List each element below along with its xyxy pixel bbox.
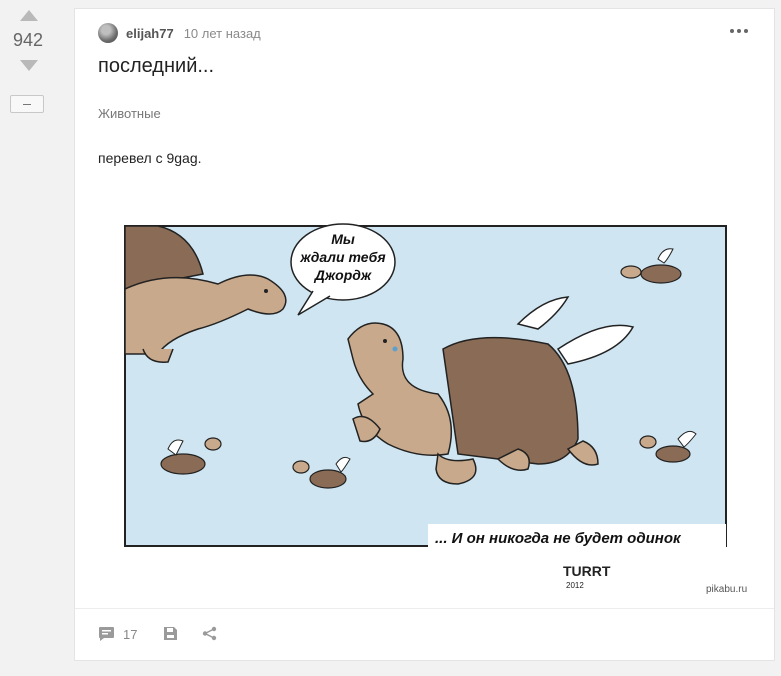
tag-link[interactable]: Животные bbox=[98, 106, 161, 121]
share-button[interactable] bbox=[202, 626, 217, 641]
speech-bubble-line-3: Джордж bbox=[314, 267, 372, 283]
comic-image: Мы ждали тебя Джордж ... И он никогда не… bbox=[124, 223, 747, 595]
comic-caption: ... И он никогда не будет одинок bbox=[435, 530, 682, 547]
collapse-post-button[interactable] bbox=[10, 95, 44, 113]
upvote-arrow-icon[interactable] bbox=[20, 10, 38, 21]
speech-bubble-line-1: Мы bbox=[331, 231, 355, 247]
speech-bubble-line-2: ждали тебя bbox=[299, 249, 385, 265]
more-dots-icon[interactable] bbox=[730, 29, 748, 33]
post-time: 10 лет назад bbox=[183, 25, 261, 41]
comment-icon bbox=[99, 627, 114, 641]
comments-button[interactable]: 17 bbox=[98, 626, 137, 642]
share-icon bbox=[202, 626, 217, 641]
save-icon bbox=[164, 627, 177, 640]
post-card: elijah77 10 лет назад последний... Живот… bbox=[74, 8, 775, 661]
avatar[interactable] bbox=[98, 23, 118, 43]
minus-icon bbox=[23, 103, 31, 105]
post-title[interactable]: последний... bbox=[98, 55, 214, 78]
vote-rail: 942 bbox=[0, 0, 58, 676]
watermark: pikabu.ru bbox=[706, 584, 747, 595]
rating-counter: 942 bbox=[12, 30, 44, 50]
comic-signature: TURRT bbox=[563, 563, 611, 579]
downvote-arrow-icon[interactable] bbox=[20, 60, 38, 71]
author-link[interactable]: elijah77 bbox=[126, 26, 174, 41]
comments-count: 17 bbox=[123, 626, 138, 642]
post-header: elijah77 10 лет назад bbox=[98, 23, 261, 43]
post-text: перевел с 9gag. bbox=[98, 150, 202, 166]
post-footer: 17 bbox=[75, 608, 774, 660]
save-button[interactable] bbox=[163, 626, 178, 641]
comic-signature-year: 2012 bbox=[566, 581, 584, 590]
